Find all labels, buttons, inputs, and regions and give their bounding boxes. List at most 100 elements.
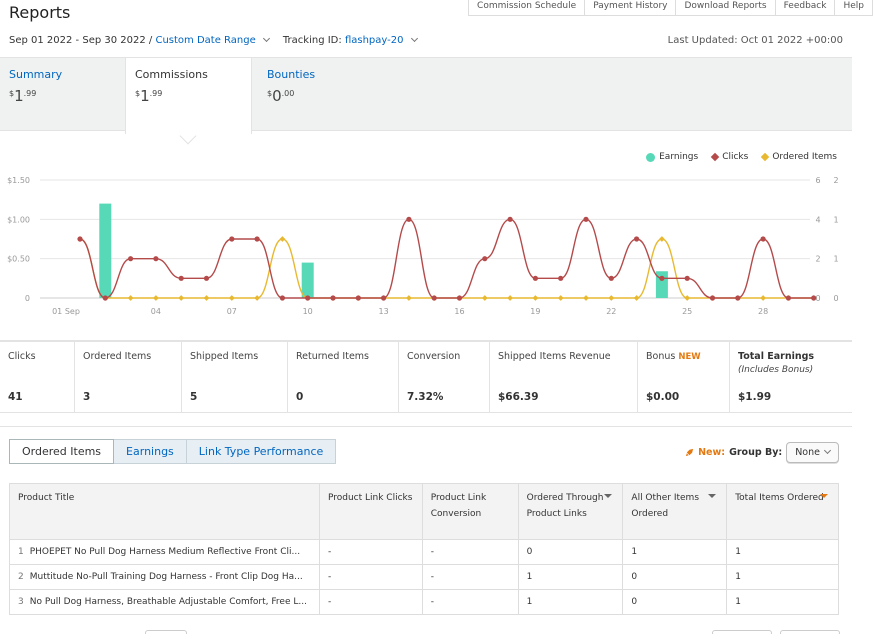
table-row: 3 No Pull Dog Harness, Breathable Adjusta… bbox=[9, 589, 839, 615]
custom-date-range-link[interactable]: Custom Date Range bbox=[155, 35, 255, 46]
x-tick-label: 22 bbox=[606, 307, 616, 316]
summary-amount: $1.99 bbox=[9, 87, 116, 105]
bounties-tab-label: Bounties bbox=[267, 68, 316, 81]
metric-clicks: Clicks 41 bbox=[0, 342, 75, 412]
clicks-point bbox=[406, 216, 412, 222]
metric-value: $66.39 bbox=[498, 391, 539, 403]
ordered-items-point bbox=[557, 295, 564, 301]
date-range-selector[interactable]: Sep 01 2022 - Sep 30 2022 / Custom Date … bbox=[9, 34, 270, 46]
table-row: 2 Muttitude No-Pull Training Dog Harness … bbox=[9, 564, 839, 590]
col-other-items-ordered[interactable]: All Other Items Ordered bbox=[622, 483, 728, 540]
clicks-point bbox=[785, 295, 792, 301]
metric-bonus: Bonus NEW $0.00 bbox=[638, 342, 730, 412]
nav-feedback[interactable]: Feedback bbox=[775, 0, 836, 16]
date-range-text: Sep 01 2022 - Sep 30 2022 / bbox=[9, 35, 153, 46]
clicks-point bbox=[684, 275, 690, 281]
ordered-items-point bbox=[583, 295, 589, 301]
amount-whole: 1 bbox=[140, 87, 150, 105]
amount-cents: .99 bbox=[23, 89, 37, 98]
col-label: Ordered Through Product Links bbox=[526, 493, 604, 519]
x-tick-label: 16 bbox=[454, 307, 464, 316]
amount-whole: 1 bbox=[14, 87, 24, 105]
ordered-items-point bbox=[279, 236, 286, 242]
clicks-point bbox=[330, 295, 336, 301]
metric-shipped-revenue: Shipped Items Revenue $66.39 bbox=[490, 342, 638, 412]
x-tick-label: 25 bbox=[682, 307, 692, 316]
tracking-id-selector[interactable]: Tracking ID: flashpay-20 bbox=[282, 34, 418, 46]
tab-bounties[interactable]: Bounties $0.00 bbox=[258, 58, 383, 132]
clicks-point bbox=[482, 256, 488, 262]
x-tick-label: 04 bbox=[151, 307, 161, 316]
pagination-next-button[interactable] bbox=[780, 630, 840, 634]
col-product-link-clicks[interactable]: Product Link Clicks bbox=[318, 483, 423, 540]
nav-download-reports[interactable]: Download Reports bbox=[676, 0, 776, 16]
metric-total-earnings: Total Earnings (Includes Bonus) $1.99 bbox=[730, 342, 852, 412]
amount-cents: .99 bbox=[149, 89, 163, 98]
row-number: 1 bbox=[18, 547, 24, 557]
clicks-cell: - bbox=[318, 564, 423, 590]
tab-ordered-items[interactable]: Ordered Items bbox=[9, 439, 115, 464]
total-items-cell: 1 bbox=[726, 539, 839, 565]
summary-band: Summary $1.99 Commissions $1.99 Bounties… bbox=[0, 57, 852, 134]
ordered-items-line bbox=[79, 238, 814, 299]
earnings-bar bbox=[99, 203, 112, 298]
col-label: All Other Items Ordered bbox=[631, 493, 700, 519]
product-title-cell[interactable]: 2 Muttitude No-Pull Training Dog Harness … bbox=[9, 564, 320, 590]
y-tick-label: $1.50 bbox=[7, 176, 30, 185]
filter-bar: Sep 01 2022 - Sep 30 2022 / Custom Date … bbox=[9, 34, 418, 46]
x-tick-label: 10 bbox=[303, 307, 313, 316]
x-tick-label: 01 Sep bbox=[52, 307, 80, 316]
metric-label: Conversion bbox=[407, 351, 461, 362]
group-by-control: New: Group By: None bbox=[685, 442, 839, 463]
nav-payment-history[interactable]: Payment History bbox=[585, 0, 677, 16]
product-title-cell[interactable]: 3 No Pull Dog Harness, Breathable Adjusta… bbox=[9, 589, 320, 615]
metric-sublabel: (Includes Bonus) bbox=[738, 365, 814, 375]
col-ordered-through-links[interactable]: Ordered Through Product Links bbox=[517, 483, 624, 540]
pagination-prev-button[interactable] bbox=[712, 630, 772, 634]
tab-earnings[interactable]: Earnings bbox=[114, 439, 187, 464]
clicks-point bbox=[305, 295, 311, 301]
chevron-down-icon bbox=[410, 34, 418, 43]
tab-commissions[interactable]: Commissions $1.99 bbox=[125, 58, 252, 134]
y-right-clicks-tick: 6 bbox=[815, 176, 820, 185]
summary-tab-label: Summary bbox=[9, 68, 63, 81]
ordered-items-point bbox=[153, 295, 159, 301]
last-updated-text: Last Updated: Oct 01 2022 +00:00 bbox=[667, 35, 843, 46]
table-row: 1 PHOEPET No Pull Dog Harness Medium Refl… bbox=[9, 539, 839, 565]
page-title: Reports bbox=[9, 3, 71, 22]
nav-commission-schedule[interactable]: Commission Schedule bbox=[469, 0, 586, 16]
ordered-items-point bbox=[481, 295, 488, 301]
tracking-id-label: Tracking ID: bbox=[282, 35, 342, 46]
row-number: 3 bbox=[18, 597, 24, 607]
clicks-point bbox=[811, 295, 817, 301]
metric-label: Shipped Items bbox=[190, 351, 259, 362]
clicks-point bbox=[178, 275, 184, 281]
pagination-control[interactable] bbox=[145, 630, 187, 634]
clicks-cell: - bbox=[318, 539, 423, 565]
col-product-title[interactable]: Product Title bbox=[9, 483, 320, 540]
y-tick-label: $1.00 bbox=[7, 215, 30, 224]
nav-help[interactable]: Help bbox=[835, 0, 873, 16]
amount-whole: 0 bbox=[272, 87, 282, 105]
product-title: Muttitude No-Pull Training Dog Harness -… bbox=[29, 572, 303, 582]
clicks-point bbox=[77, 236, 83, 242]
ordered-links-cell: 1 bbox=[517, 564, 624, 590]
earnings-chart: 0 0 0$0.50 2 1$1.00 4 1$1.50 6 201 Sep 04 07 10 13 16… bbox=[7, 176, 838, 316]
ordered-items-point bbox=[684, 295, 691, 301]
sort-icon bbox=[708, 494, 717, 498]
metric-conversion: Conversion 7.32% bbox=[399, 342, 490, 412]
ordered-items-point bbox=[659, 236, 665, 242]
tab-link-type-performance[interactable]: Link Type Performance bbox=[186, 439, 337, 464]
top-navigation: Commission Schedule Payment History Down… bbox=[468, 0, 873, 16]
sort-icon bbox=[604, 494, 613, 498]
clicks-point bbox=[203, 275, 210, 281]
tracking-id-value[interactable]: flashpay-20 bbox=[345, 35, 404, 46]
x-tick-label: 07 bbox=[227, 307, 237, 316]
product-title-cell[interactable]: 1 PHOEPET No Pull Dog Harness Medium Refl… bbox=[9, 539, 320, 565]
group-by-select[interactable]: None bbox=[786, 442, 839, 463]
clicks-point bbox=[102, 295, 108, 301]
col-product-link-conversion[interactable]: Product Link Conversion bbox=[421, 483, 519, 540]
col-total-items-ordered[interactable]: Total Items Ordered bbox=[726, 483, 839, 540]
ordered-links-cell: 1 bbox=[517, 589, 624, 615]
tab-summary[interactable]: Summary $1.99 bbox=[0, 58, 125, 132]
